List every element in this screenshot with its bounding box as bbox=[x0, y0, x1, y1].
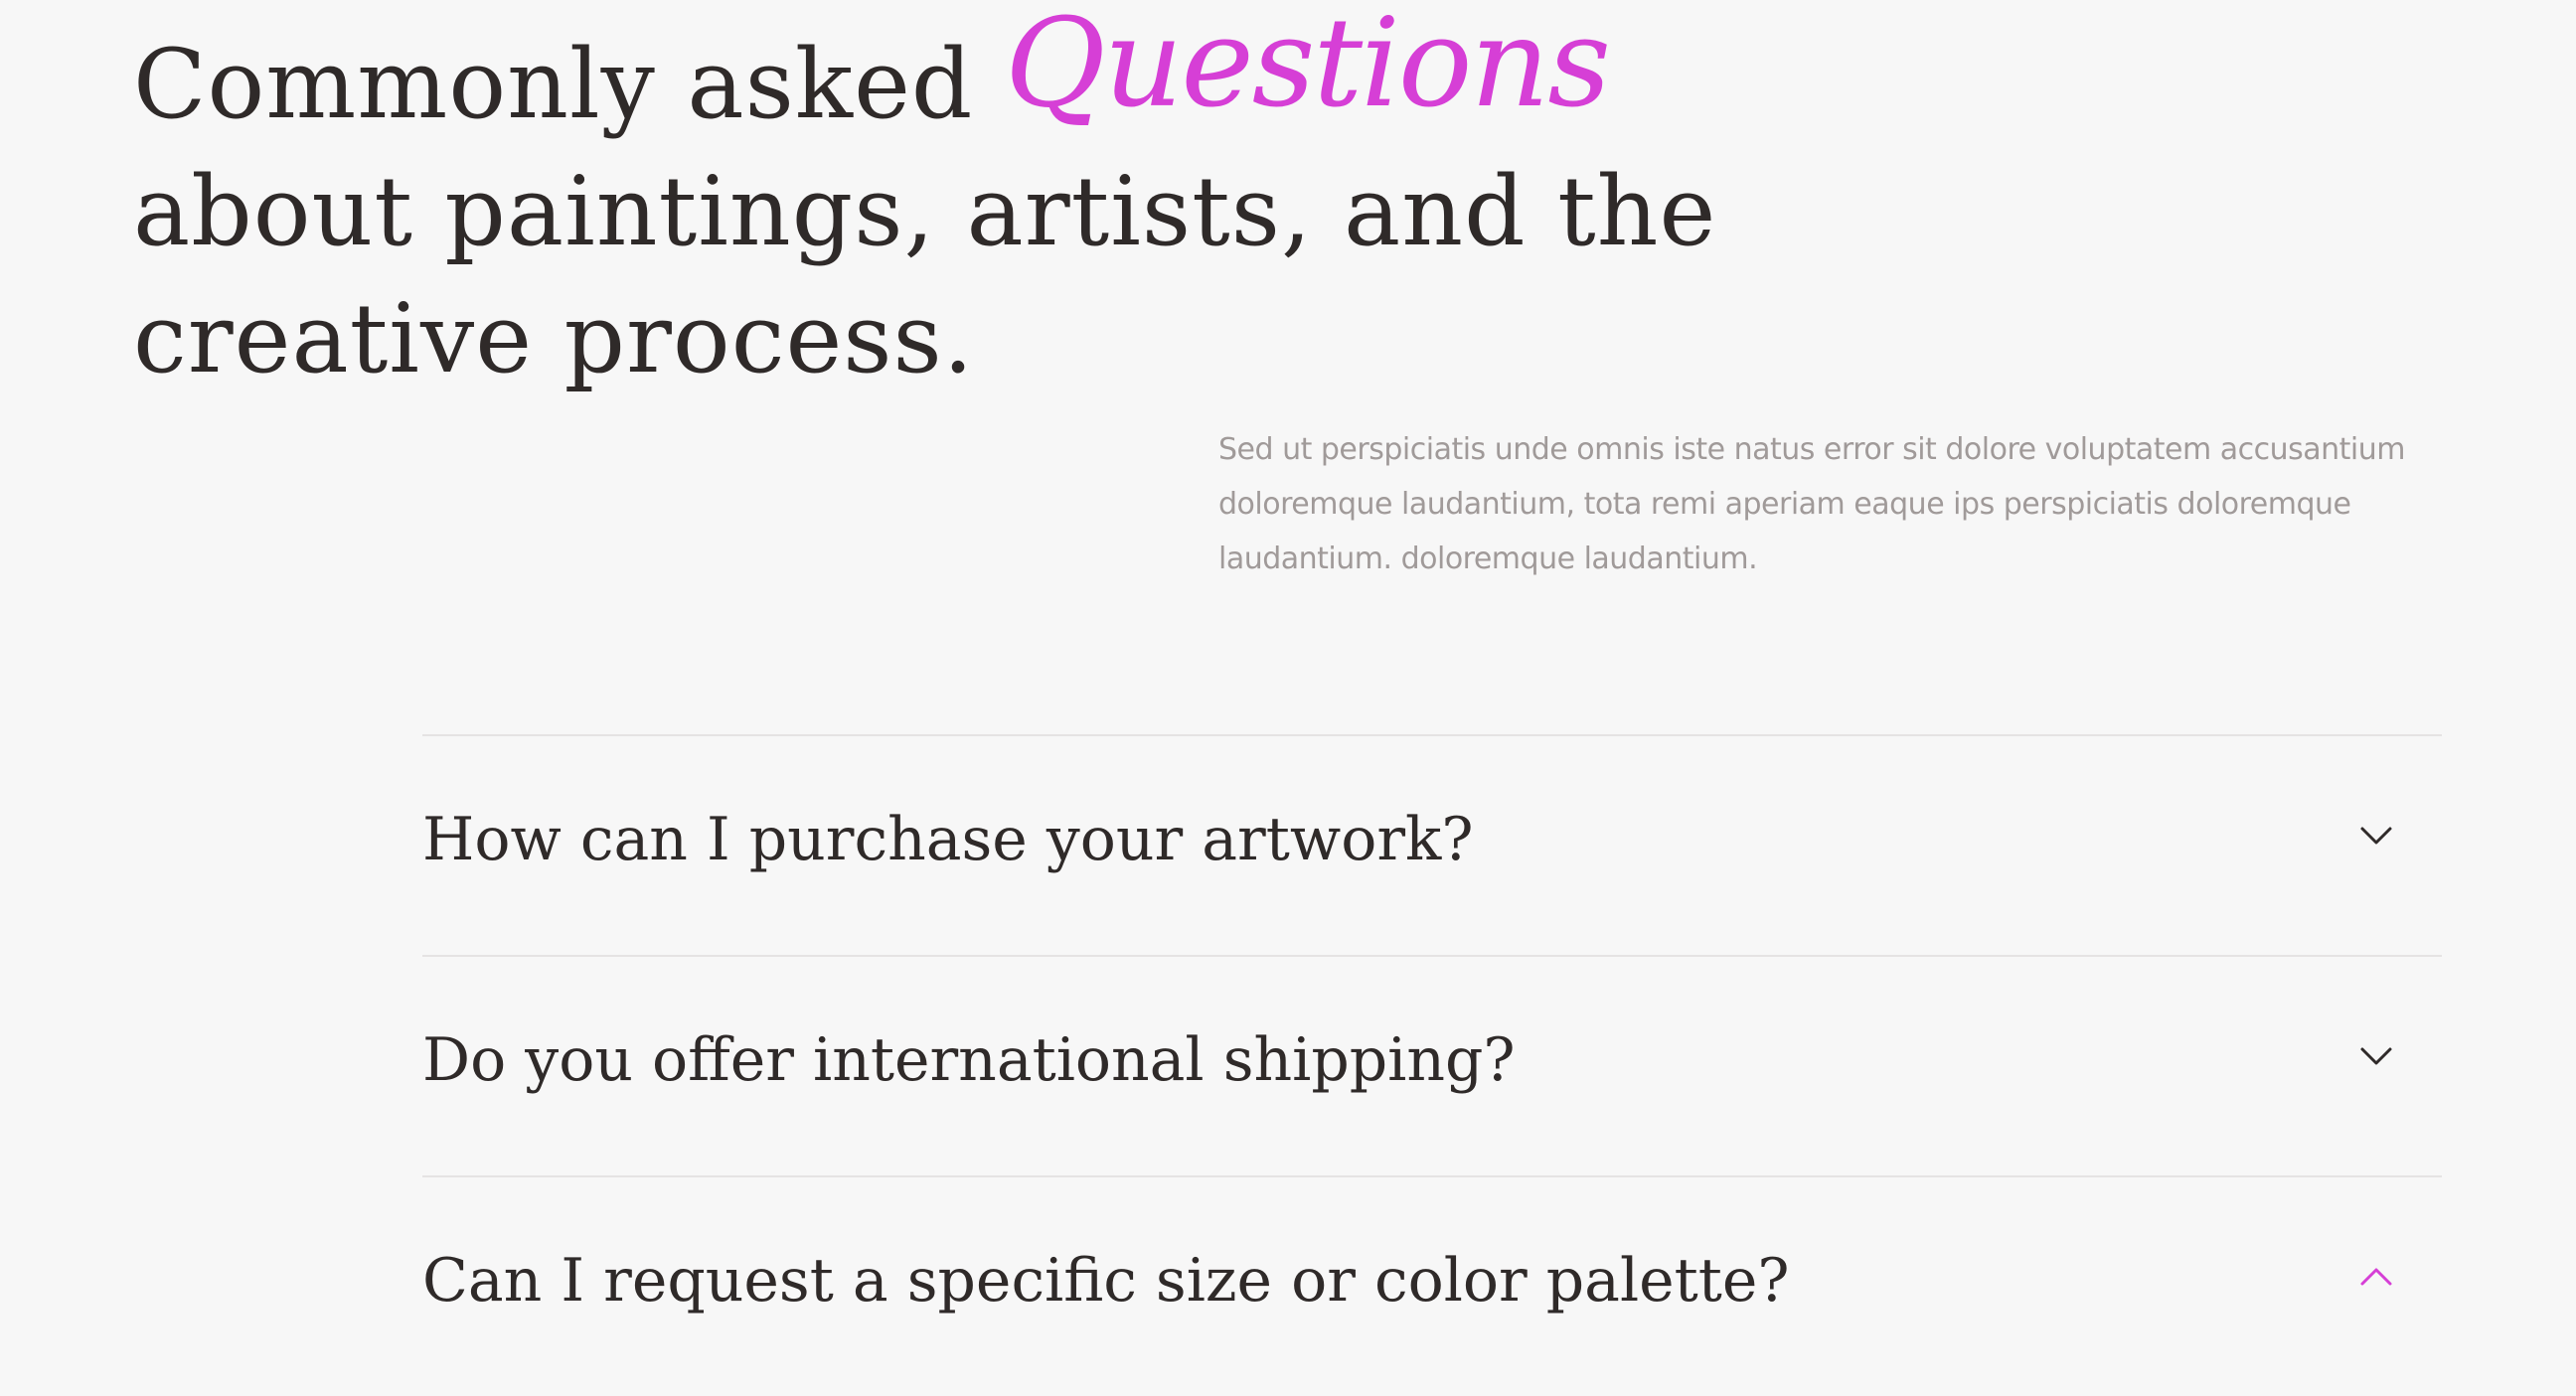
heading-line-2: about paintings, artists, and the bbox=[133, 156, 1717, 267]
faq-question[interactable]: Do you offer international shipping? bbox=[422, 1020, 1516, 1100]
faq-question[interactable]: Can I request a specific size or color p… bbox=[422, 1241, 1790, 1320]
faq-question[interactable]: How can I purchase your artwork? bbox=[422, 800, 1474, 879]
heading-accent-word: Questions bbox=[1004, 0, 1611, 135]
chevron-down-icon[interactable] bbox=[2356, 816, 2396, 855]
chevron-up-icon[interactable] bbox=[2356, 1257, 2396, 1297]
chevron-down-icon[interactable] bbox=[2356, 1036, 2396, 1076]
heading-line-3: creative process. bbox=[133, 283, 975, 394]
faq-accordion: How can I purchase your artwork? Do you … bbox=[422, 734, 2442, 1396]
heading-prefix: Commonly asked bbox=[133, 29, 1005, 140]
faq-intro-text: Sed ut perspiciatis unde omnis iste natu… bbox=[1218, 432, 2405, 576]
faq-item-custom-size[interactable]: Can I request a specific size or color p… bbox=[422, 1175, 2442, 1396]
faq-heading: Commonly asked Questions about paintings… bbox=[133, 0, 1717, 402]
faq-item-shipping[interactable]: Do you offer international shipping? bbox=[422, 955, 2442, 1175]
heading-line-1: Commonly asked Questions bbox=[133, 0, 1716, 148]
faq-item-purchase[interactable]: How can I purchase your artwork? bbox=[422, 734, 2442, 955]
